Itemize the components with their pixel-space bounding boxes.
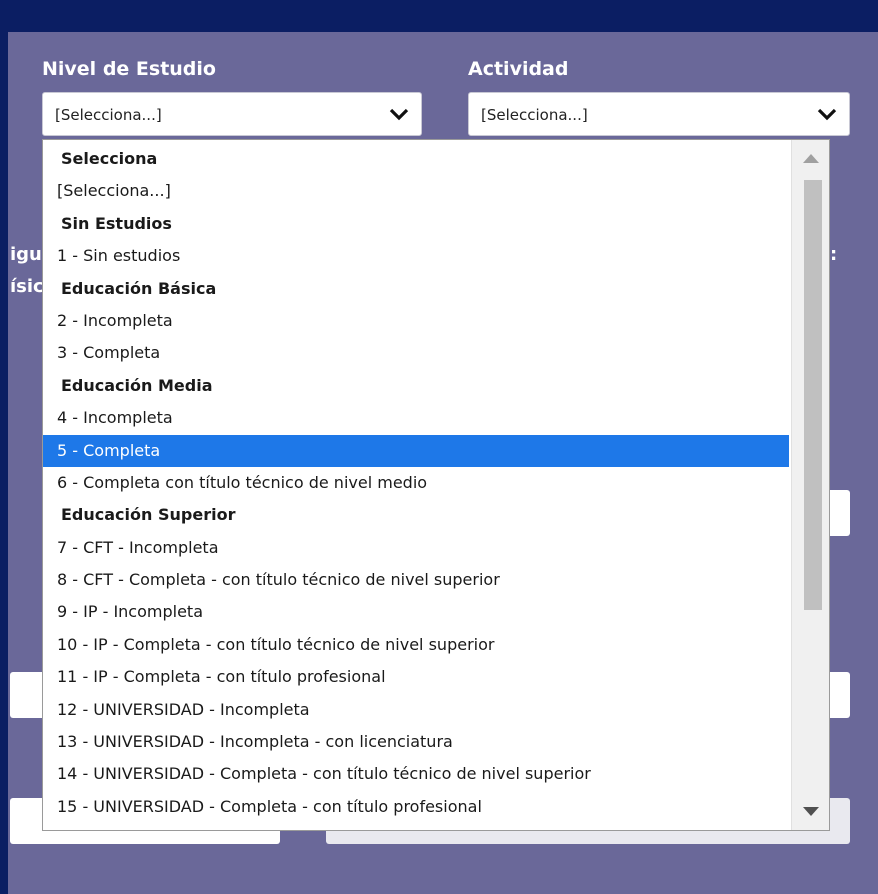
dropdown-option[interactable]: 4 - Incompleta <box>43 402 789 434</box>
dropdown-option[interactable]: 14 - UNIVERSIDAD - Completa - con título… <box>43 758 789 790</box>
hidden-label-right: : <box>830 244 838 265</box>
dropdown-option[interactable]: 1 - Sin estudios <box>43 240 789 272</box>
optgroup-label: Selecciona <box>61 149 158 168</box>
nivel-estudio-label: Nivel de Estudio <box>42 58 216 80</box>
scroll-up-arrow-icon[interactable] <box>803 154 819 163</box>
dropdown-option[interactable]: 3 - Completa <box>43 337 789 369</box>
chevron-down-icon <box>389 105 409 127</box>
dropdown-option[interactable]: 10 - IP - Completa - con título técnico … <box>43 629 789 661</box>
dropdown-option[interactable]: 7 - CFT - Incompleta <box>43 532 789 564</box>
hidden-label-left-1: igu <box>10 244 42 265</box>
dropdown-option[interactable]: 9 - IP - Incompleta <box>43 596 789 628</box>
optgroup-label: Educación Media <box>61 375 213 395</box>
dropdown-options: Selecciona [Selecciona...] Sin Estudios 1 -… <box>43 143 789 823</box>
actividad-label: Actividad <box>468 58 569 80</box>
dropdown-option[interactable]: [Selecciona...] <box>43 175 789 207</box>
dropdown-option[interactable]: 13 - UNIVERSIDAD - Incompleta - con lice… <box>43 726 789 758</box>
dropdown-option[interactable]: 11 - IP - Completa - con título profesio… <box>43 661 789 693</box>
actividad-select[interactable]: [Selecciona...] <box>468 92 850 136</box>
nivel-estudio-select[interactable]: [Selecciona...] <box>42 92 422 136</box>
scrollbar-thumb[interactable] <box>804 180 822 610</box>
chevron-down-icon <box>817 105 837 127</box>
optgroup-label: Sin Estudios <box>61 213 172 233</box>
dropdown-option[interactable]: 2 - Incompleta <box>43 305 789 337</box>
dropdown-option[interactable]: 8 - CFT - Completa - con título técnico … <box>43 564 789 596</box>
hidden-field-left-2[interactable] <box>10 672 46 718</box>
optgroup-label: Educación Básica <box>61 278 217 298</box>
nivel-estudio-dropdown-list[interactable]: Selecciona [Selecciona...] Sin Estudios 1 -… <box>42 139 830 831</box>
dropdown-option[interactable]: 6 - Completa con título técnico de nivel… <box>43 467 789 499</box>
dropdown-option[interactable]: 12 - UNIVERSIDAD - Incompleta <box>43 694 789 726</box>
dropdown-option[interactable]: 15 - UNIVERSIDAD - Completa - con título… <box>43 791 789 823</box>
actividad-value: [Selecciona...] <box>481 106 588 124</box>
nivel-estudio-value: [Selecciona...] <box>55 106 162 124</box>
scroll-down-arrow-icon[interactable] <box>803 807 819 816</box>
hidden-label-left-2: ísic <box>10 276 44 297</box>
optgroup-label: Educación Superior <box>61 505 236 525</box>
dropdown-option[interactable]: 5 - Completa <box>43 434 789 467</box>
dropdown-scrollbar[interactable] <box>791 140 829 830</box>
